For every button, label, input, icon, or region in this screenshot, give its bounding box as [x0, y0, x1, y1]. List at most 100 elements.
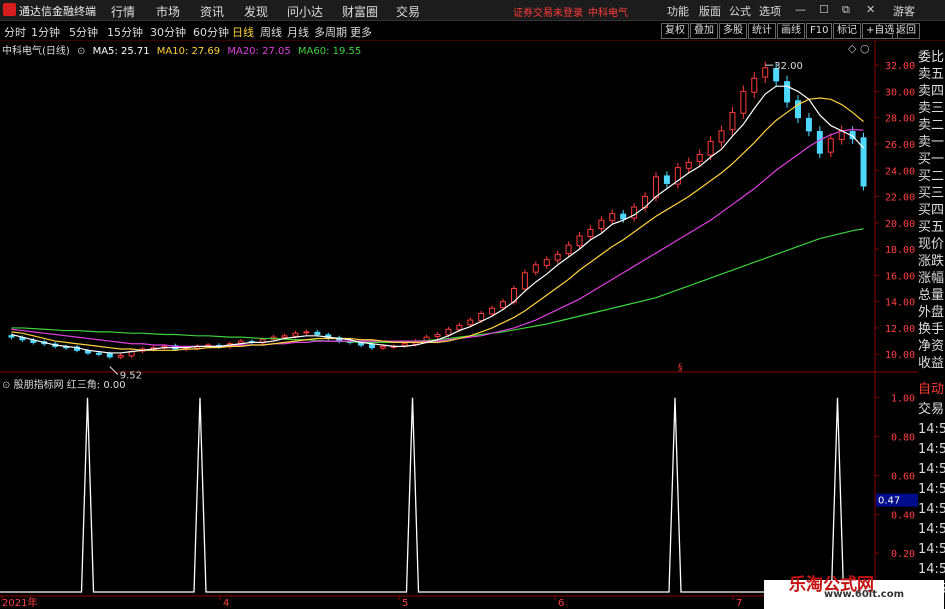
- ind-tick-label: 0.60: [891, 471, 915, 482]
- candle-body: [489, 307, 496, 315]
- ma-toggle-icon[interactable]: ⊙: [77, 46, 85, 57]
- candle-body: [8, 335, 15, 338]
- candle-body: [292, 332, 299, 337]
- side-label-13: 涨幅: [918, 271, 945, 286]
- candle-body: [237, 340, 244, 344]
- candle-body: [860, 137, 867, 187]
- ma5-label: MA5: 25.71: [92, 46, 150, 57]
- candle-body: [685, 161, 692, 169]
- indicator-legend: ⊙ 股朋指标网 红三角: 0.00: [2, 376, 126, 391]
- side-lower-3: 14:56: [918, 442, 945, 457]
- candle-body: [598, 219, 605, 230]
- price-tick-label: 22.00: [885, 193, 915, 204]
- price-tick-label: 30.00: [885, 87, 915, 98]
- candle-body: [751, 77, 758, 93]
- low-marker: [109, 366, 119, 375]
- candle-body: [368, 343, 375, 349]
- indicator-title: 股朋指标网: [13, 380, 64, 391]
- side-lower-8: 14:56: [918, 542, 945, 557]
- candle-body: [95, 352, 102, 355]
- split-marker: §: [678, 363, 683, 373]
- ind-tick-label: 0.80: [891, 433, 915, 444]
- price-tick-label: 20.00: [885, 219, 915, 230]
- candle-body: [663, 175, 670, 184]
- ma10-label: MA10: 27.69: [156, 46, 221, 57]
- candle-body: [543, 259, 550, 266]
- side-label-3: 卖三: [918, 101, 945, 116]
- price-tick-label: 18.00: [885, 245, 915, 256]
- candle-body: [805, 117, 812, 132]
- side-lower-2: 14:56: [918, 422, 945, 437]
- side-label-6: 买一: [918, 152, 945, 167]
- indicator-toggle-icon[interactable]: ⊙: [2, 380, 10, 391]
- side-label-17: 净资: [918, 339, 945, 354]
- side-lower-5: 14:56: [918, 482, 945, 497]
- side-label-0: 委比: [918, 50, 945, 65]
- price-tick-label: 24.00: [885, 166, 915, 177]
- candle-body: [718, 130, 725, 143]
- ind-current-value: 0.47: [878, 496, 900, 507]
- indicator-value: 红三角: 0.00: [66, 380, 126, 391]
- ma60-line: [11, 228, 864, 344]
- candle-body: [532, 264, 539, 273]
- ma10-line: [11, 97, 864, 351]
- candle-body: [445, 328, 452, 336]
- side-label-5: 卖一: [918, 135, 945, 150]
- ind-tick-label: 0.40: [891, 510, 915, 521]
- candle-body: [652, 176, 659, 198]
- side-lower-0[interactable]: 自动: [918, 381, 945, 399]
- time-tick-label: 7: [736, 598, 742, 609]
- candle-body: [467, 319, 474, 326]
- side-label-16: 换手: [918, 322, 945, 337]
- candle-body: [729, 111, 736, 131]
- candle-body: [784, 81, 791, 103]
- side-label-12: 涨跌: [918, 254, 945, 269]
- side-label-2: 卖四: [918, 84, 945, 99]
- candle-body: [565, 244, 572, 255]
- candle-body: [620, 213, 627, 220]
- candle-body: [816, 131, 823, 154]
- side-label-7: 买二: [918, 169, 945, 184]
- candle-body: [707, 140, 714, 156]
- candle-body: [478, 312, 485, 321]
- candle-body: [456, 324, 463, 331]
- candle-body: [576, 235, 583, 247]
- candle-body: [762, 67, 769, 78]
- side-lower-7: 14:56: [918, 522, 945, 537]
- side-label-9: 买四: [918, 203, 945, 218]
- side-lower-1[interactable]: 交易: [918, 401, 945, 419]
- ma20-label: MA20: 27.05: [227, 46, 291, 57]
- candle-body: [554, 253, 561, 261]
- candle-body: [587, 228, 594, 237]
- side-label-10: 买五: [918, 220, 945, 235]
- kline-chart[interactable]: 10.00 12.00 14.00 16.00 18.00 20.00 22.00 24.00…: [0, 0, 918, 609]
- ind-tick-label: 1.00: [891, 394, 915, 405]
- price-tick-label: 10.00: [885, 350, 915, 361]
- price-tick-label: 32.00: [885, 61, 915, 72]
- side-label-18: 收益: [918, 356, 945, 371]
- high-label: 32.00: [774, 61, 803, 72]
- side-lower-4: 14:56: [918, 462, 945, 477]
- side-lower-6: 14:56: [918, 502, 945, 517]
- watermark-url: www.60lt.com: [824, 589, 905, 600]
- candle-body: [521, 272, 528, 290]
- candle-body: [827, 138, 834, 153]
- watermark: 乐淘公式网 www.60lt.com: [764, 575, 944, 609]
- ma-legend: 中科电气(日线) ⊙ MA5: 25.71 MA10: 27.69 MA20: …: [2, 42, 365, 57]
- price-tick-label: 14.00: [885, 298, 915, 309]
- indicator-series-line: [0, 397, 918, 593]
- price-tick-label: 16.00: [885, 271, 915, 282]
- time-tick-label: 6: [558, 598, 564, 609]
- candle-body: [314, 331, 321, 336]
- candle-body: [379, 345, 386, 349]
- price-tick-label: 28.00: [885, 114, 915, 125]
- side-label-1: 卖五: [918, 67, 945, 82]
- time-tick-label: 5: [402, 598, 408, 609]
- side-label-15: 外盘: [918, 305, 945, 320]
- chart-title: 中科电气(日线): [2, 46, 70, 57]
- side-label-4: 卖二: [918, 118, 945, 133]
- side-lower-9: 14:56: [918, 562, 945, 577]
- candle-body: [500, 301, 507, 309]
- side-label-11: 现价: [918, 237, 945, 252]
- ma20-line: [11, 128, 864, 347]
